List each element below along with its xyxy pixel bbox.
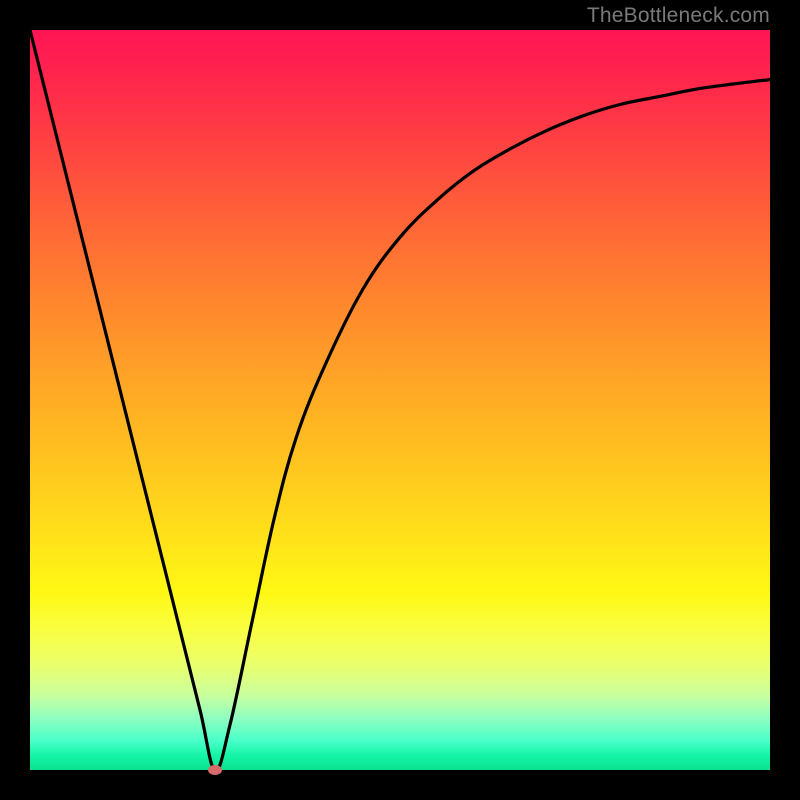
bottleneck-curve (30, 30, 770, 770)
chart-frame: TheBottleneck.com (0, 0, 800, 800)
watermark-text: TheBottleneck.com (587, 4, 770, 28)
plot-area (30, 30, 770, 770)
minimum-marker (208, 765, 222, 775)
